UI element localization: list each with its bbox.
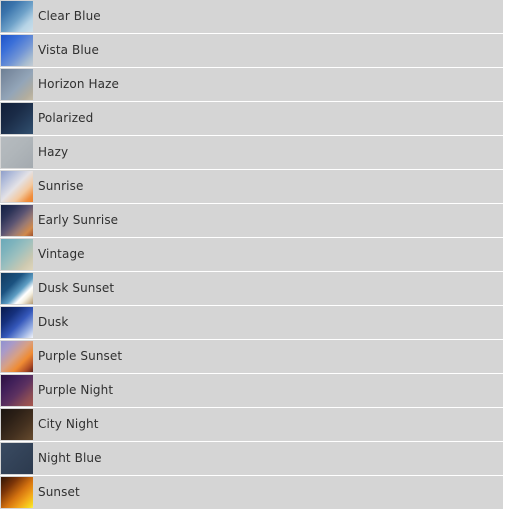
preset-row[interactable]: Dusk Sunset xyxy=(0,272,503,305)
preset-row[interactable]: Polarized xyxy=(0,102,503,135)
gradient-swatch-vintage xyxy=(1,239,33,270)
preset-label: Polarized xyxy=(38,111,94,125)
preset-row[interactable]: Dusk xyxy=(0,306,503,339)
preset-label: Horizon Haze xyxy=(38,77,119,91)
preset-label: Vista Blue xyxy=(38,43,99,57)
gradient-swatch-hazy xyxy=(1,137,33,168)
gradient-swatch-night-blue xyxy=(1,443,33,474)
preset-label: Purple Sunset xyxy=(38,349,123,363)
gradient-swatch-sunrise xyxy=(1,171,33,202)
preset-label: Hazy xyxy=(38,145,69,159)
preset-label: Dusk xyxy=(38,315,69,329)
preset-row[interactable]: Vista Blue xyxy=(0,34,503,67)
gradient-swatch-polarized xyxy=(1,103,33,134)
preset-row[interactable]: Vintage xyxy=(0,238,503,271)
preset-row[interactable]: Sunrise xyxy=(0,170,503,203)
gradient-swatch-purple-sunset xyxy=(1,341,33,372)
preset-label: Sunset xyxy=(38,485,80,499)
preset-label: City Night xyxy=(38,417,99,431)
gradient-preset-list[interactable]: Clear Blue Vista Blue Horizon Haze Polarize… xyxy=(0,0,511,509)
gradient-swatch-city-night xyxy=(1,409,33,440)
preset-row[interactable]: Horizon Haze xyxy=(0,68,503,101)
preset-label: Purple Night xyxy=(38,383,114,397)
preset-row[interactable]: Hazy xyxy=(0,136,503,169)
gradient-swatch-sunset xyxy=(1,477,33,508)
gradient-swatch-vista-blue xyxy=(1,35,33,66)
preset-row[interactable]: Clear Blue xyxy=(0,0,503,33)
gradient-swatch-horizon-haze xyxy=(1,69,33,100)
preset-label: Sunrise xyxy=(38,179,84,193)
preset-row[interactable]: Sunset xyxy=(0,476,503,509)
preset-label: Night Blue xyxy=(38,451,102,465)
preset-row[interactable]: City Night xyxy=(0,408,503,441)
gradient-swatch-early-sunrise xyxy=(1,205,33,236)
gradient-swatch-purple-night xyxy=(1,375,33,406)
preset-row[interactable]: Night Blue xyxy=(0,442,503,475)
preset-label: Clear Blue xyxy=(38,9,101,23)
preset-label: Vintage xyxy=(38,247,85,261)
preset-row[interactable]: Purple Night xyxy=(0,374,503,407)
preset-label: Dusk Sunset xyxy=(38,281,115,295)
preset-row[interactable]: Purple Sunset xyxy=(0,340,503,373)
preset-row[interactable]: Early Sunrise xyxy=(0,204,503,237)
gradient-swatch-clear-blue xyxy=(1,1,33,32)
preset-label: Early Sunrise xyxy=(38,213,119,227)
gradient-swatch-dusk-sunset xyxy=(1,273,33,304)
gradient-swatch-dusk xyxy=(1,307,33,338)
